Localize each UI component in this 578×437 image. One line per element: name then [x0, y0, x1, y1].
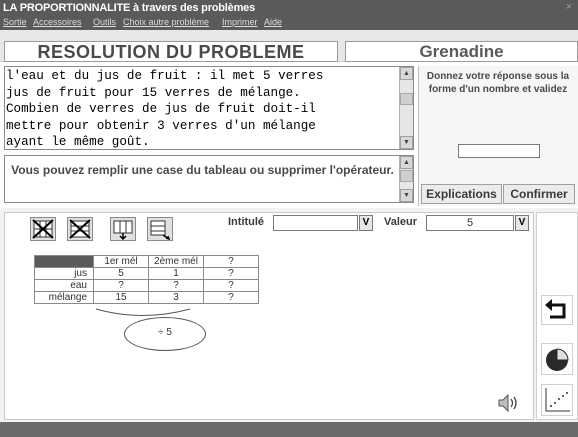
table-header-row: 1er mél 2ème mél ? — [34, 255, 259, 268]
scroll-down-icon[interactable]: ▼ — [400, 136, 413, 149]
undo-arrow-icon[interactable] — [541, 295, 573, 325]
menu-accessoires[interactable]: Accessoires — [33, 17, 82, 27]
table-cell[interactable]: ? — [93, 279, 149, 292]
menu-aide[interactable]: Aide — [264, 17, 282, 27]
scroll-thumb[interactable] — [400, 170, 413, 182]
proportionality-table: 1er mél 2ème mél ? jus 5 1 ? eau ? ? ? m… — [34, 255, 259, 304]
menu-bar: Sortie Accessoires Outils Choix autre pr… — [0, 16, 578, 30]
table-cell[interactable]: ? — [203, 291, 259, 304]
scatter-plot-icon[interactable] — [541, 384, 573, 416]
delete-column-icon[interactable] — [30, 217, 56, 241]
table-cell[interactable]: 3 — [148, 291, 204, 304]
scroll-down-icon[interactable]: ▼ — [400, 189, 413, 202]
scroll-up-icon[interactable]: ▲ — [400, 156, 413, 169]
table-cell[interactable]: 1 — [148, 267, 204, 280]
speaker-icon[interactable] — [496, 392, 522, 414]
table-cell[interactable]: 5 — [93, 267, 149, 280]
table-cell[interactable]: 15 — [93, 291, 149, 304]
answer-input[interactable] — [458, 144, 540, 158]
column-header[interactable]: 2ème mél — [148, 255, 204, 268]
confirmer-button[interactable]: Confirmer — [503, 184, 575, 204]
close-button[interactable]: × — [562, 1, 576, 14]
table-row: eau ? ? ? — [34, 279, 259, 292]
menu-imprimer[interactable]: Imprimer — [222, 17, 258, 27]
add-column-icon[interactable] — [110, 217, 136, 241]
column-header[interactable]: ? — [203, 255, 259, 268]
scroll-up-icon[interactable]: ▲ — [400, 67, 413, 80]
table-cell[interactable]: ? — [148, 279, 204, 292]
row-label[interactable]: mélange — [34, 291, 94, 304]
table-cell[interactable]: ? — [203, 267, 259, 280]
intitule-label: Intitulé — [228, 216, 265, 228]
pie-chart-icon[interactable] — [541, 343, 573, 375]
problem-subject: Grenadine — [419, 42, 504, 61]
menu-choix-autre-probleme[interactable]: Choix autre problème — [123, 17, 209, 27]
problem-statement: l'eau et du jus de fruit : il met 5 verr… — [6, 69, 324, 149]
page-title: RESOLUTION DU PROBLEME — [37, 42, 305, 62]
intitule-input[interactable] — [273, 215, 358, 231]
window-title: LA PROPORTIONNALITE à travers des problè… — [3, 2, 256, 14]
add-row-icon[interactable] — [147, 217, 173, 241]
valeur-label: Valeur — [384, 216, 418, 228]
instructions-scrollbar[interactable]: ▲ ▼ — [399, 156, 413, 202]
table-row: jus 5 1 ? — [34, 267, 259, 280]
table-row: mélange 15 3 ? — [34, 291, 259, 304]
delete-row-icon[interactable] — [67, 217, 93, 241]
operator-label[interactable]: ÷ 5 — [124, 327, 206, 338]
instructions-text: Vous pouvez remplir une case du tableau … — [11, 163, 394, 177]
problem-scrollbar[interactable]: ▲ ▼ — [399, 67, 413, 149]
valeur-input[interactable]: 5 — [426, 215, 514, 231]
menu-outils[interactable]: Outils — [93, 17, 116, 27]
table-cell[interactable]: ? — [203, 279, 259, 292]
row-label[interactable]: jus — [34, 267, 94, 280]
status-bar — [0, 422, 578, 437]
answer-prompt: Donnez votre réponse sous la forme d'un … — [426, 71, 570, 95]
column-header[interactable]: 1er mél — [93, 255, 149, 268]
intitule-dropdown-button[interactable]: V — [359, 215, 373, 231]
valeur-dropdown-button[interactable]: V — [515, 215, 529, 231]
table-corner-cell — [34, 255, 94, 268]
table-workspace — [4, 212, 534, 420]
scroll-thumb[interactable] — [400, 93, 413, 105]
menu-sortie[interactable]: Sortie — [3, 17, 27, 27]
row-label[interactable]: eau — [34, 279, 94, 292]
explications-button[interactable]: Explications — [421, 184, 502, 204]
